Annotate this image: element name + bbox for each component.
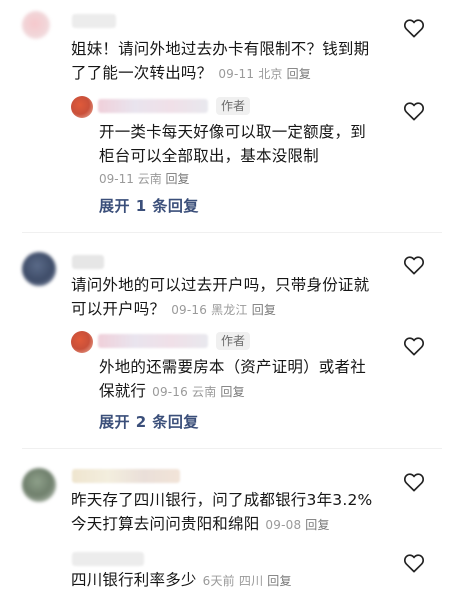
reply-text-line: 开一类卡每天好像可以取一定额度，到 <box>99 123 366 141</box>
comment-location: 黑龙江 <box>211 303 248 317</box>
reply-date: 09-16 <box>152 385 188 399</box>
heart-outline-icon <box>403 256 425 275</box>
reply-meta: 09-11 云南 回复 <box>99 169 394 189</box>
expand-replies-link[interactable]: 展开 1 条回复 <box>99 195 199 216</box>
reply-meta: 09-16 云南 回复 <box>152 385 245 399</box>
reply-text-line: 柜台可以全部取出，基本没限制 <box>99 147 319 165</box>
reply-button[interactable]: 回复 <box>287 67 311 81</box>
like-button[interactable] <box>403 472 425 496</box>
comment-body[interactable]: 请问外地的可以过去开户吗，只带身份证就 可以开户吗？ 09-16 黑龙江 回复 <box>71 273 391 322</box>
comment-body[interactable]: 姐妹！请问外地过去办卡有限制不？钱到期 了了能一次转出吗？ 09-11 北京 回复 <box>71 37 391 86</box>
reply-body[interactable]: 四川银行利率多少 6天前 四川 回复 <box>71 568 391 593</box>
like-button[interactable] <box>403 336 425 360</box>
comment-text-line: 昨天存了四川银行，问了成都银行3年3.2% <box>71 491 373 509</box>
comment-text-line: 今天打算去问问贵阳和绵阳 09-08 回复 <box>71 512 391 537</box>
reply-text-tail: 保就行 <box>99 382 147 400</box>
reply-location: 云南 <box>137 172 162 186</box>
heart-outline-icon <box>403 102 425 121</box>
divider <box>22 232 442 233</box>
avatar[interactable] <box>22 252 56 286</box>
author-avatar[interactable] <box>71 96 93 118</box>
avatar[interactable] <box>22 468 56 502</box>
comment-text-line: 请问外地的可以过去开户吗，只带身份证就 <box>71 276 370 294</box>
reply-button[interactable]: 回复 <box>166 172 190 186</box>
heart-outline-icon <box>403 337 425 356</box>
comment-text-tail: 了了能一次转出吗？ <box>71 64 213 82</box>
expand-replies-link[interactable]: 展开 2 条回复 <box>99 411 199 432</box>
comment-meta: 09-16 黑龙江 回复 <box>171 303 276 317</box>
divider <box>22 448 442 449</box>
avatar[interactable] <box>22 11 50 39</box>
reply-button[interactable]: 回复 <box>267 574 291 588</box>
reply-location: 云南 <box>192 385 217 399</box>
reply-text-line: 保就行 09-16 云南 回复 <box>99 379 394 404</box>
author-avatar[interactable] <box>71 331 93 353</box>
comment-meta: 09-08 回复 <box>265 518 329 532</box>
heart-outline-icon <box>403 554 425 573</box>
author-tag: 作者 <box>216 332 251 350</box>
reply-text-line: 外地的还需要房本（资产证明）或者社 <box>99 358 366 376</box>
reply-location: 四川 <box>238 574 264 588</box>
like-button[interactable] <box>403 18 425 42</box>
reply-text-line: 四川银行利率多少 6天前 四川 回复 <box>71 568 391 593</box>
comment-text-tail: 今天打算去问问贵阳和绵阳 <box>71 515 260 533</box>
reply-text: 四川银行利率多少 <box>71 571 197 589</box>
reply-date: 6天前 <box>202 574 235 588</box>
author-username[interactable] <box>98 334 208 348</box>
like-button[interactable] <box>403 101 425 125</box>
username[interactable] <box>72 255 104 269</box>
author-tag: 作者 <box>216 97 251 115</box>
comment-body[interactable]: 昨天存了四川银行，问了成都银行3年3.2% 今天打算去问问贵阳和绵阳 09-08 回… <box>71 488 391 537</box>
reply-body[interactable]: 外地的还需要房本（资产证明）或者社 保就行 09-16 云南 回复 <box>99 355 394 404</box>
comment-location: 北京 <box>258 67 283 81</box>
comment-text-line: 可以开户吗？ 09-16 黑龙江 回复 <box>71 297 391 322</box>
username[interactable] <box>72 469 180 483</box>
heart-outline-icon <box>403 19 425 38</box>
author-username[interactable] <box>98 99 208 113</box>
reply-button[interactable]: 回复 <box>220 385 244 399</box>
comment-date: 09-16 <box>171 303 208 317</box>
comment-meta: 09-11 北京 回复 <box>218 67 311 81</box>
comment-date: 09-08 <box>265 518 302 532</box>
username[interactable] <box>72 14 116 28</box>
reply-button[interactable]: 回复 <box>252 303 276 317</box>
like-button[interactable] <box>403 255 425 279</box>
reply-username[interactable] <box>72 552 144 566</box>
comment-text-line: 了了能一次转出吗？ 09-11 北京 回复 <box>71 61 391 86</box>
reply-meta: 6天前 四川 回复 <box>203 574 292 588</box>
heart-outline-icon <box>403 473 425 492</box>
reply-date: 09-11 <box>99 172 134 186</box>
comment-text-tail: 可以开户吗？ <box>71 300 166 318</box>
like-button[interactable] <box>403 553 425 577</box>
comment-date: 09-11 <box>218 67 255 81</box>
reply-button[interactable]: 回复 <box>305 518 329 532</box>
reply-body[interactable]: 开一类卡每天好像可以取一定额度，到 柜台可以全部取出，基本没限制 09-11 云… <box>99 120 394 189</box>
comment-text-line: 姐妹！请问外地过去办卡有限制不？钱到期 <box>71 40 370 58</box>
